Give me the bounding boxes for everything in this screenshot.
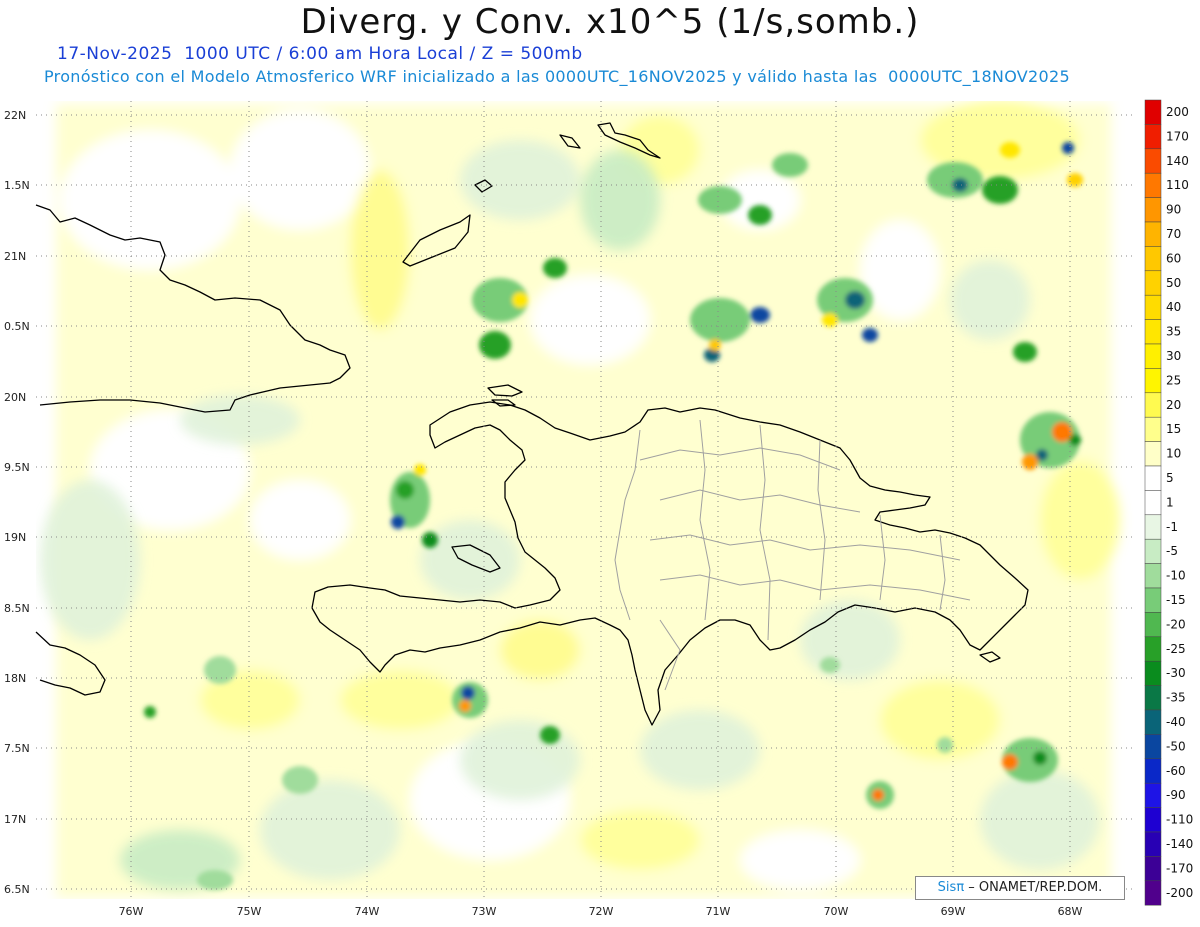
colorbar-swatch: [1144, 148, 1162, 174]
longitude-labels: 76W 75W 74W 73W 72W 71W 70W 69W 68W: [119, 905, 1083, 918]
lat-label: 17N: [4, 813, 26, 826]
colorbar-label: 40: [1166, 300, 1181, 314]
lon-label: 68W: [1058, 905, 1083, 918]
colorbar-swatch: [1144, 636, 1162, 662]
lon-label: 69W: [941, 905, 966, 918]
colorbar-swatch: [1144, 416, 1162, 442]
credit-box: Sisπ – ONAMET/REP.DOM.: [915, 876, 1125, 900]
lat-label: 22N: [4, 109, 26, 122]
colorbar-swatch: [1144, 392, 1162, 418]
lat-label: 1.5N: [4, 179, 30, 192]
colorbar-label: -30: [1166, 666, 1186, 680]
colorbar-swatch: [1144, 99, 1162, 125]
colorbar-swatch: [1144, 880, 1162, 906]
colorbar-swatch: [1144, 782, 1162, 808]
forecast-map: 22N 1.5N 21N 0.5N 20N 9.5N 19N 8.5N 18N …: [4, 99, 1193, 918]
colorbar-label: -25: [1166, 642, 1186, 656]
colorbar-swatch: [1144, 831, 1162, 857]
colorbar-label: 25: [1166, 373, 1181, 387]
colorbar-swatch: [1144, 734, 1162, 760]
colorbar-swatch: [1144, 612, 1162, 638]
colorbar-swatch: [1144, 270, 1162, 296]
colorbar-label: 200: [1166, 105, 1189, 119]
colorbar-label: -200: [1166, 886, 1193, 900]
colorbar-label: -5: [1166, 544, 1178, 558]
colorbar-swatch: [1144, 685, 1162, 711]
divergence-field: [40, 101, 1120, 898]
colorbar-swatch: [1144, 807, 1162, 833]
colorbar-label: 50: [1166, 276, 1181, 290]
sispi-logo-text: Sis: [937, 880, 957, 895]
colorbar-swatch: [1144, 465, 1162, 491]
colorbar-label: -35: [1166, 691, 1186, 705]
lat-label: 20N: [4, 391, 26, 404]
colorbar-label: 30: [1166, 349, 1181, 363]
colorbar-swatch: [1144, 758, 1162, 784]
colorbar-swatch: [1144, 124, 1162, 150]
lon-label: 75W: [237, 905, 262, 918]
colorbar-swatch: [1144, 343, 1162, 369]
colorbar-label: -110: [1166, 813, 1193, 827]
colorbar-label: -1: [1166, 520, 1178, 534]
pi-logo-symbol: π: [956, 880, 965, 895]
colorbar-label: -15: [1166, 593, 1186, 607]
colorbar-label: 20: [1166, 398, 1181, 412]
lon-label: 74W: [355, 905, 380, 918]
colorbar-label: -10: [1166, 569, 1186, 583]
colorbar-label: 5: [1166, 471, 1174, 485]
lat-label: 7.5N: [4, 742, 30, 755]
colorbar-label: -20: [1166, 617, 1186, 631]
colorbar-label: 15: [1166, 422, 1181, 436]
colorbar-swatch: [1144, 221, 1162, 247]
lat-label: 18N: [4, 672, 26, 685]
colorbar-label: 110: [1166, 178, 1189, 192]
colorbar-label: -50: [1166, 739, 1186, 753]
colorbar-swatch: [1144, 514, 1162, 540]
colorbar-swatch: [1144, 172, 1162, 198]
colorbar-label: 70: [1166, 227, 1181, 241]
colorbar-swatch: [1144, 368, 1162, 394]
colorbar-swatch: [1144, 709, 1162, 735]
colorbar-label: -90: [1166, 788, 1186, 802]
lon-label: 72W: [589, 905, 614, 918]
lat-label: 19N: [4, 531, 26, 544]
latitude-labels: 22N 1.5N 21N 0.5N 20N 9.5N 19N 8.5N 18N …: [4, 109, 30, 896]
colorbar-swatch: [1144, 246, 1162, 272]
lat-label: 0.5N: [4, 320, 30, 333]
colorbar-label: -60: [1166, 764, 1186, 778]
colorbar-label: 10: [1166, 447, 1181, 461]
lon-label: 71W: [706, 905, 731, 918]
colorbar-swatch: [1144, 490, 1162, 516]
colorbar-swatch: [1144, 294, 1162, 320]
colorbar-swatch: [1144, 441, 1162, 467]
colorbar-label: 35: [1166, 325, 1181, 339]
colorbar-label: -170: [1166, 861, 1193, 875]
lat-label: 9.5N: [4, 461, 30, 474]
lon-label: 73W: [472, 905, 497, 918]
colorbar: 200 170 140 110 90 70 60 50 40 35 30 25 20 15 10 5 1 -1 -5…: [1144, 99, 1193, 906]
colorbar-swatch: [1144, 197, 1162, 223]
colorbar-label: -140: [1166, 837, 1193, 851]
lon-label: 70W: [824, 905, 849, 918]
lat-label: 21N: [4, 250, 26, 263]
colorbar-swatch: [1144, 587, 1162, 613]
lon-label: 76W: [119, 905, 144, 918]
colorbar-label: 90: [1166, 203, 1181, 217]
lat-label: 8.5N: [4, 602, 30, 615]
colorbar-label: 60: [1166, 251, 1181, 265]
colorbar-swatch: [1144, 856, 1162, 882]
colorbar-swatch: [1144, 538, 1162, 564]
colorbar-swatch: [1144, 563, 1162, 589]
lat-label: 6.5N: [4, 883, 30, 896]
colorbar-label: -40: [1166, 715, 1186, 729]
colorbar-swatch: [1144, 319, 1162, 345]
colorbar-swatch: [1144, 660, 1162, 686]
colorbar-label: 170: [1166, 129, 1189, 143]
colorbar-label: 1: [1166, 495, 1174, 509]
colorbar-label: 140: [1166, 154, 1189, 168]
credit-text: – ONAMET/REP.DOM.: [968, 880, 1103, 895]
